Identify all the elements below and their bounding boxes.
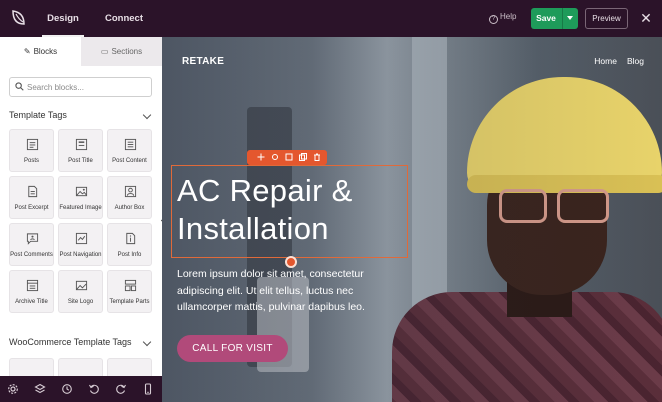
block-label: Featured Image <box>59 205 102 211</box>
duplicate-icon[interactable] <box>299 153 307 161</box>
block-post-title[interactable]: Post Title <box>58 129 103 172</box>
block-label: Post Title <box>68 158 93 164</box>
save-button-label: Save <box>536 13 556 23</box>
top-bar: Design Connect ? Help Save Preview ✕ <box>0 0 662 37</box>
block-label: Post Excerpt <box>14 205 49 211</box>
site-nav: Home Blog <box>584 56 644 66</box>
call-for-visit-button[interactable]: CALL FOR VISIT <box>177 335 288 362</box>
chevron-down-icon <box>142 337 152 347</box>
site-logo-icon <box>75 280 88 291</box>
archive-title-icon <box>26 279 39 292</box>
mobile-preview-icon[interactable] <box>142 383 154 395</box>
post-title-icon <box>75 138 88 151</box>
preview-button[interactable]: Preview <box>585 8 628 29</box>
seedprod-logo-icon[interactable] <box>8 7 30 29</box>
posts-icon <box>26 138 39 151</box>
block-toolbar <box>247 150 327 165</box>
hero-heading[interactable]: AC Repair & Installation <box>177 172 412 248</box>
tab-connect[interactable]: Connect <box>96 0 152 37</box>
tab-sections[interactable]: ▭ Sections <box>81 37 162 66</box>
block-label: Template Parts <box>109 299 150 305</box>
block-label: Post Info <box>117 252 142 258</box>
woo-block-tile[interactable] <box>107 358 152 376</box>
post-info-icon <box>126 232 136 245</box>
block-label: Post Comments <box>10 252 53 258</box>
search-input[interactable] <box>27 80 147 94</box>
settings-icon[interactable] <box>271 153 279 161</box>
tab-blocks[interactable]: ✎ Blocks <box>0 37 81 66</box>
block-post-excerpt[interactable]: Post Excerpt <box>9 176 54 219</box>
blocks-icon: ✎ <box>23 47 31 56</box>
block-post-comments[interactable]: Post Comments <box>9 223 54 266</box>
nav-link-home[interactable]: Home <box>594 56 617 66</box>
woocommerce-tags-header[interactable]: WooCommerce Template Tags <box>9 337 152 351</box>
woo-block-tile[interactable] <box>9 358 54 376</box>
save-block-icon[interactable] <box>285 153 293 161</box>
block-label: Author Box <box>114 205 145 211</box>
chevron-down-icon <box>142 110 152 120</box>
block-label: Site Logo <box>67 299 94 305</box>
layers-icon[interactable] <box>34 383 46 395</box>
tab-design[interactable]: Design <box>40 0 86 37</box>
close-icon[interactable]: ✕ <box>638 10 654 26</box>
block-label: Post Navigation <box>59 252 102 258</box>
redo-icon[interactable] <box>115 383 127 395</box>
tab-blocks-label: Blocks <box>33 47 58 56</box>
block-post-info[interactable]: Post Info <box>107 223 152 266</box>
block-label: Archive Title <box>15 299 48 305</box>
block-label: Post Content <box>112 158 147 164</box>
move-icon[interactable] <box>257 153 265 161</box>
undo-icon[interactable] <box>88 383 100 395</box>
blocks-sidebar: ✎Blocks ▭Sections Template Tags Posts Po… <box>0 37 162 376</box>
woocommerce-tags-title: WooCommerce Template Tags <box>9 337 132 347</box>
block-posts[interactable]: Posts <box>9 129 54 172</box>
sections-icon: ▭ <box>100 47 109 56</box>
woo-block-tile[interactable] <box>58 358 103 376</box>
save-options-chevron-icon[interactable] <box>567 16 573 20</box>
search-icon <box>15 82 24 91</box>
nav-link-blog[interactable]: Blog <box>627 56 644 66</box>
bottom-toolbar <box>0 376 162 402</box>
post-content-icon <box>124 138 137 151</box>
search-box <box>9 77 152 97</box>
post-comments-icon <box>26 233 39 245</box>
block-post-content[interactable]: Post Content <box>107 129 152 172</box>
settings-gear-icon[interactable] <box>7 383 19 395</box>
block-post-navigation[interactable]: Post Navigation <box>58 223 103 266</box>
save-divider <box>562 8 563 29</box>
block-site-logo[interactable]: Site Logo <box>58 270 103 313</box>
tab-sections-label: Sections <box>111 47 143 56</box>
save-button[interactable]: Save <box>531 8 578 29</box>
block-author-box[interactable]: Author Box <box>107 176 152 219</box>
site-brand[interactable]: RETAKE <box>182 56 224 67</box>
template-tags-header[interactable]: Template Tags <box>9 110 152 124</box>
trash-icon[interactable] <box>313 153 321 161</box>
template-parts-icon <box>124 279 137 292</box>
history-icon[interactable] <box>61 383 73 395</box>
help-icon: ? <box>489 15 498 24</box>
help-link[interactable]: ? Help <box>489 12 516 24</box>
block-archive-title[interactable]: Archive Title <box>9 270 54 313</box>
page-canvas[interactable]: RETAKE Home Blog AC Repair & Installation… <box>162 37 662 402</box>
sidebar-tabs: ✎ Blocks ▭ Sections <box>0 37 162 66</box>
help-label: Help <box>500 12 517 21</box>
block-featured-image[interactable]: Featured Image <box>58 176 103 219</box>
hero-paragraph[interactable]: Lorem ipsum dolor sit amet, consectetur … <box>177 266 392 316</box>
template-tags-title: Template Tags <box>9 110 67 120</box>
block-label: Posts <box>23 158 39 164</box>
author-box-icon <box>124 185 137 198</box>
post-navigation-icon <box>75 232 88 245</box>
post-excerpt-icon <box>28 185 38 198</box>
featured-image-icon <box>75 186 88 197</box>
block-template-parts[interactable]: Template Parts <box>107 270 152 313</box>
